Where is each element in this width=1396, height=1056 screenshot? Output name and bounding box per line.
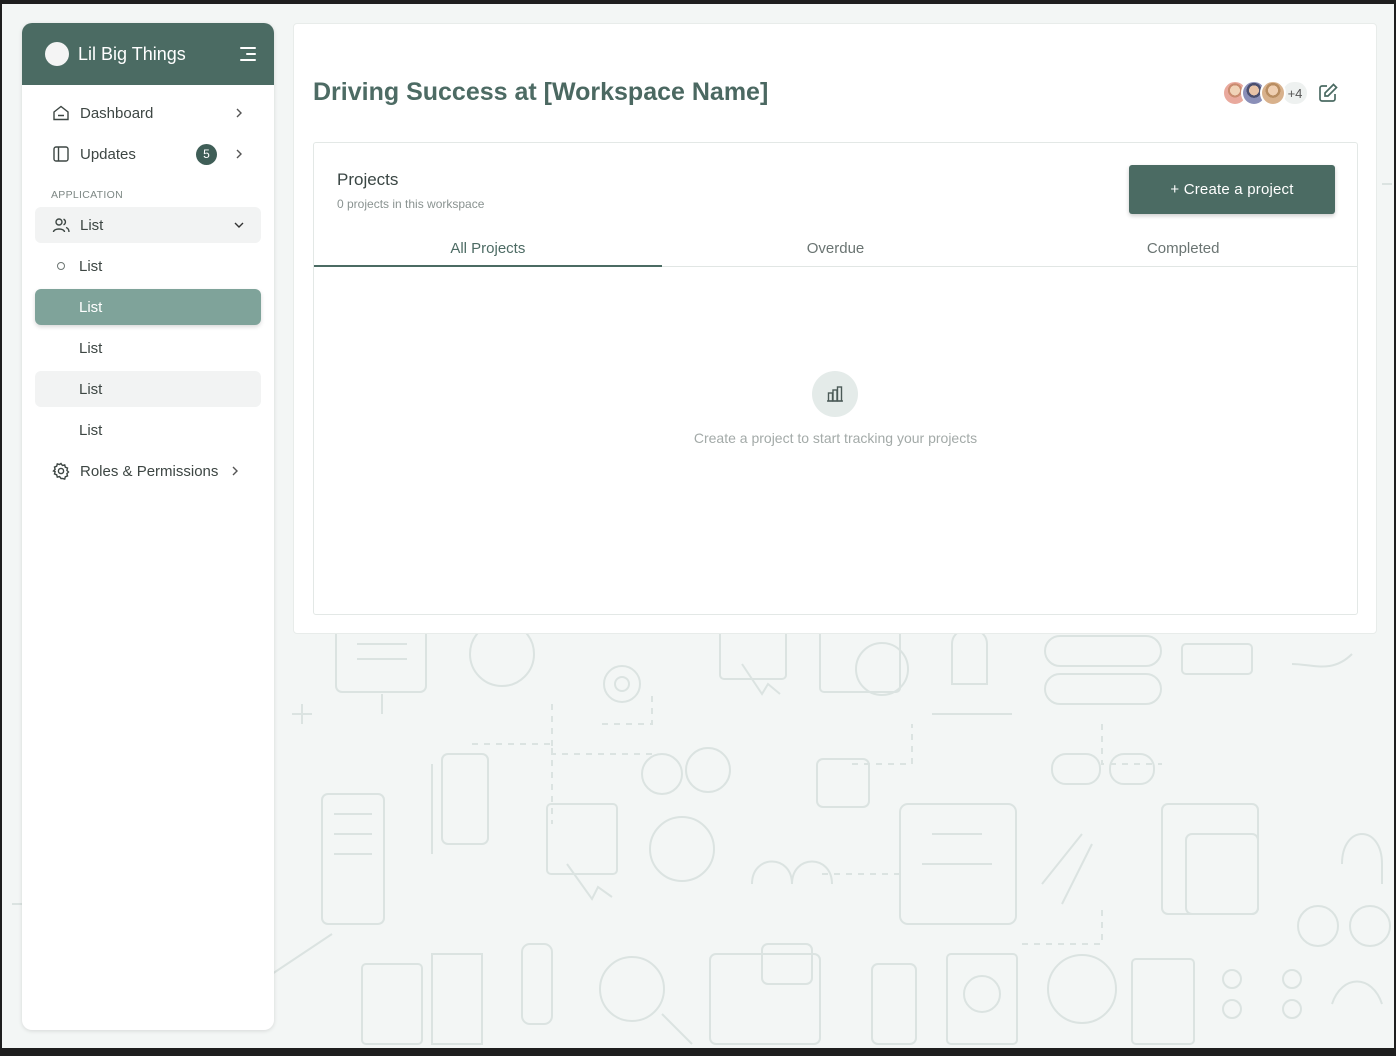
sidebar-item-roles-permissions[interactable]: Roles & Permissions xyxy=(35,453,261,489)
sidebar-item-dashboard[interactable]: Dashboard xyxy=(35,95,261,131)
sidebar-group-list[interactable]: List xyxy=(35,207,261,243)
sidebar-subitem-list-hover[interactable]: List xyxy=(35,371,261,407)
sidebar-subitem-list[interactable]: List xyxy=(35,330,261,366)
section-label-application: APPLICATION xyxy=(51,189,123,201)
sidebar-subitem-label: List xyxy=(79,339,103,357)
bullet-icon xyxy=(57,262,65,270)
projects-card: Projects 0 projects in this workspace + … xyxy=(313,142,1358,615)
sidebar-group-label: List xyxy=(80,216,104,234)
avatar[interactable] xyxy=(1260,80,1286,106)
users-icon xyxy=(52,218,70,233)
edit-icon[interactable] xyxy=(1317,82,1339,104)
sidebar-item-label: Updates xyxy=(80,145,136,163)
chevron-down-icon xyxy=(234,222,244,228)
sidebar-subitem-label: List xyxy=(79,380,103,398)
member-avatars[interactable]: +4 xyxy=(1222,80,1309,106)
tab-all-projects[interactable]: All Projects xyxy=(314,229,662,267)
chart-icon xyxy=(812,371,858,417)
sidebar-subitem-list[interactable]: List xyxy=(35,248,261,284)
updates-count-badge: 5 xyxy=(196,143,217,165)
projects-count: 0 projects in this workspace xyxy=(337,197,485,211)
sidebar-panel-icon xyxy=(53,146,69,162)
projects-title: Projects xyxy=(337,170,399,189)
sidebar-item-label: Roles & Permissions xyxy=(80,462,219,480)
page-title: Driving Success at [Workspace Name] xyxy=(313,78,768,107)
sidebar-subitem-label: List xyxy=(79,257,103,275)
gear-icon xyxy=(52,462,70,480)
sidebar-subitem-list-active[interactable]: List xyxy=(35,289,261,325)
home-icon xyxy=(53,105,69,121)
sidebar-header: Lil Big Things xyxy=(22,23,274,85)
empty-state-message: Create a project to start tracking your … xyxy=(693,430,978,446)
brand-logo xyxy=(45,42,69,66)
tab-overdue[interactable]: Overdue xyxy=(662,229,1010,266)
sidebar-item-updates[interactable]: Updates 5 xyxy=(35,136,261,172)
sidebar-item-label: Dashboard xyxy=(80,104,154,122)
sidebar-subitem-list[interactable]: List xyxy=(35,412,261,448)
sidebar-subitem-label: List xyxy=(79,298,103,316)
chevron-right-icon xyxy=(236,108,242,118)
page-title-prefix: Driving Success at xyxy=(313,78,544,106)
create-project-button[interactable]: + Create a project xyxy=(1129,165,1335,214)
sidebar-nav: Dashboard Updates 5 APPLICATION List Lis… xyxy=(22,85,274,504)
workspace-name: [Workspace Name] xyxy=(543,78,769,106)
project-tabs: All Projects Overdue Completed xyxy=(314,229,1357,267)
tab-completed[interactable]: Completed xyxy=(1009,229,1357,266)
chevron-right-icon xyxy=(232,466,238,476)
menu-icon[interactable] xyxy=(236,46,256,62)
main-panel: Driving Success at [Workspace Name] +4 P… xyxy=(293,23,1377,634)
app-name: Lil Big Things xyxy=(78,43,186,64)
sidebar-subitem-label: List xyxy=(79,421,103,439)
sidebar: Lil Big Things Dashboard Updates 5 APPLI… xyxy=(22,23,274,1030)
chevron-right-icon xyxy=(236,149,242,159)
